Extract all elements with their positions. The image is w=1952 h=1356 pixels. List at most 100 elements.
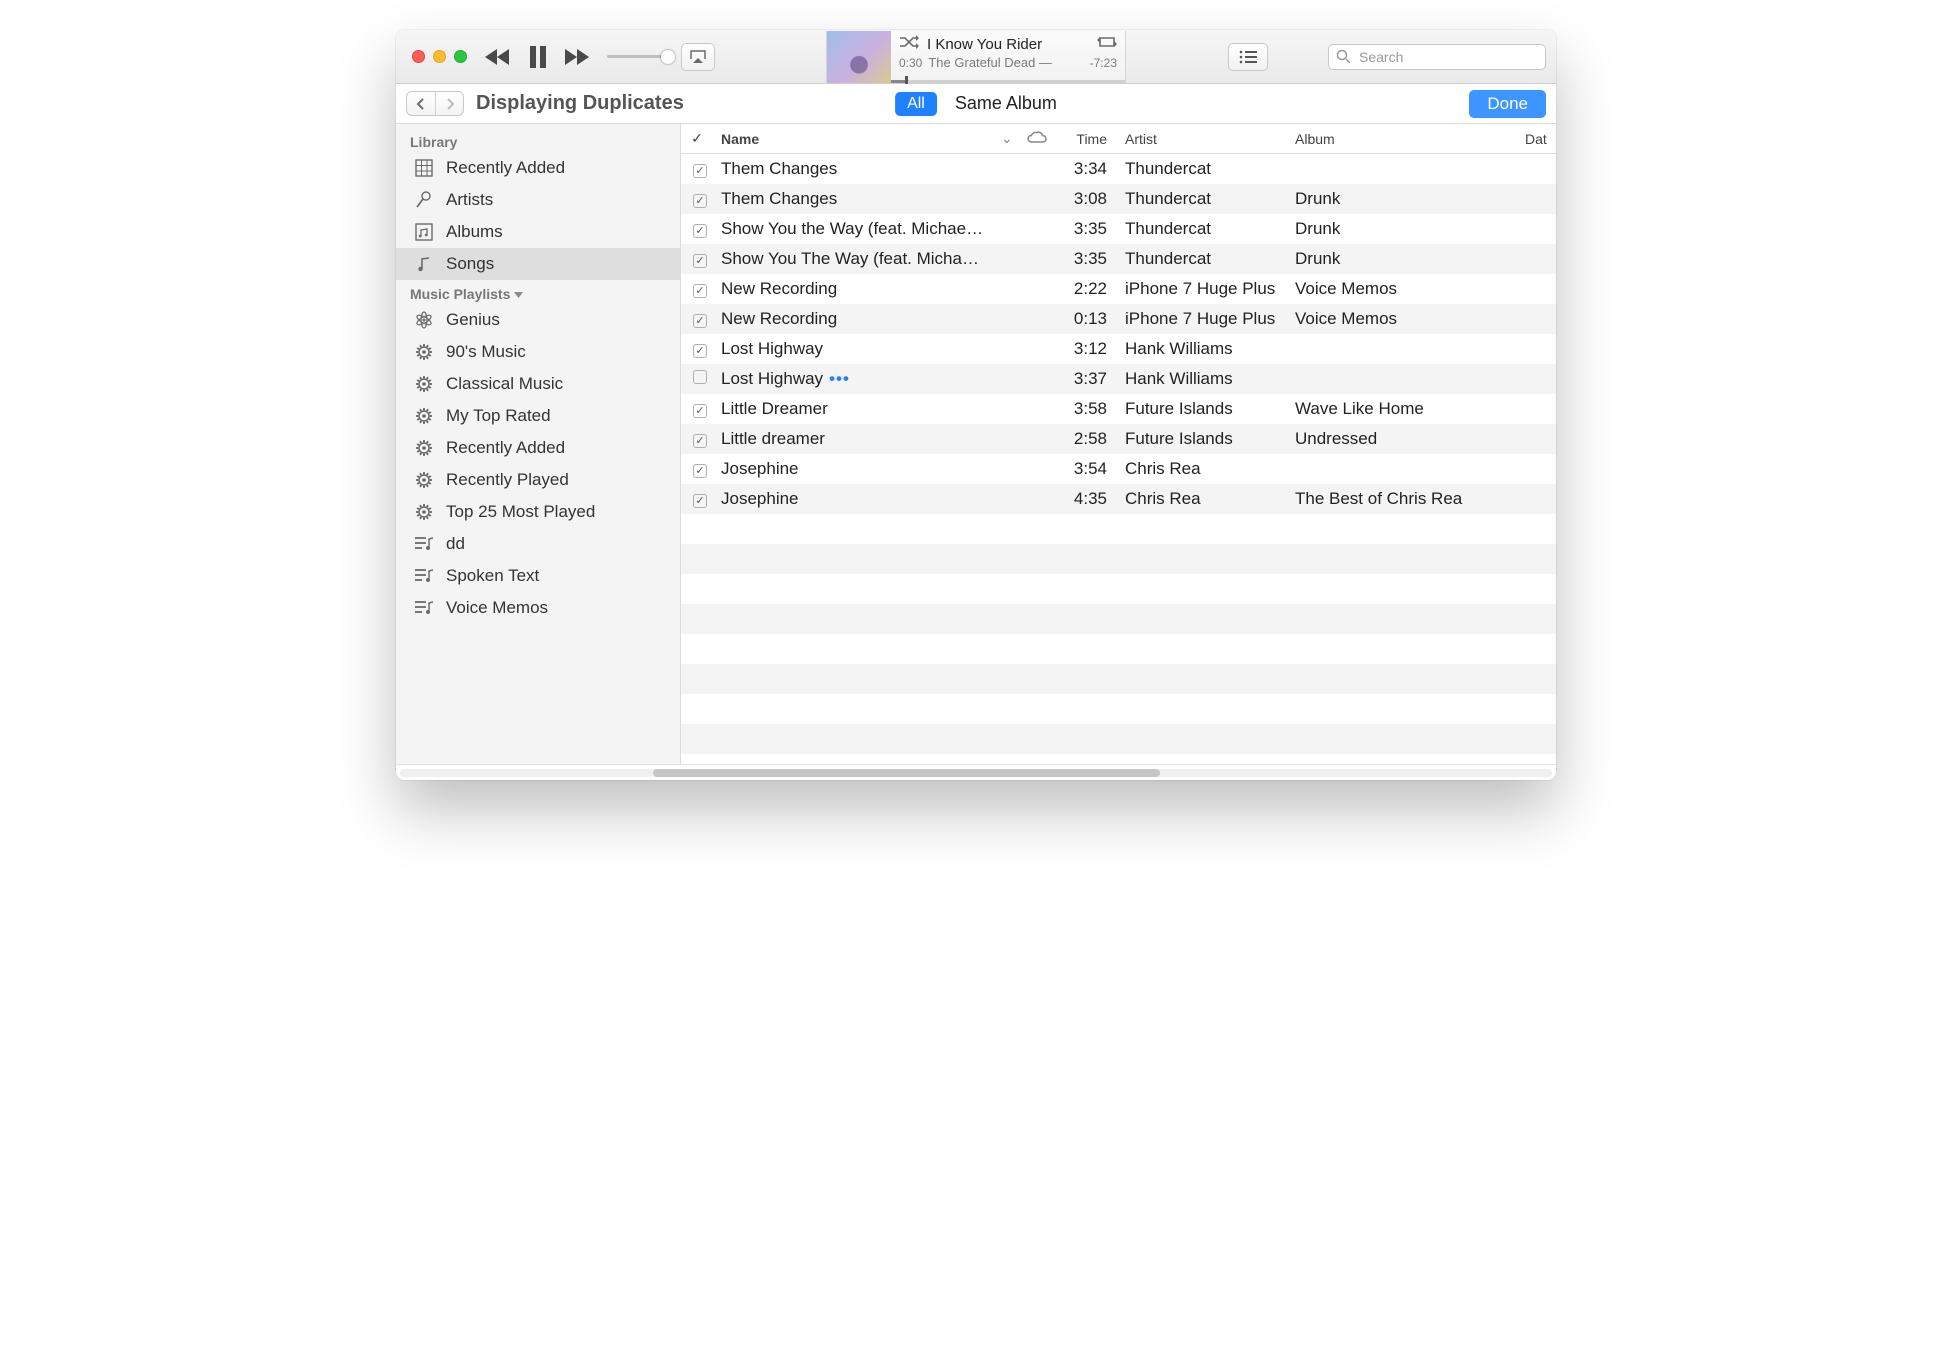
now-playing-artist: The Grateful Dead — <box>928 55 1083 70</box>
sidebar-playlist-voice-memos[interactable]: Voice Memos <box>396 592 680 624</box>
song-time: 3:08 <box>1049 184 1117 214</box>
playback-progress[interactable] <box>891 80 1125 83</box>
col-time[interactable]: Time <box>1049 124 1117 154</box>
table-row[interactable]: Lost Highway•••3:37Hank Williams <box>681 364 1556 394</box>
sidebar-library-recently-added[interactable]: Recently Added <box>396 152 680 184</box>
song-name: Little dreamer <box>721 429 825 448</box>
song-checkbox[interactable] <box>693 370 707 384</box>
table-row[interactable]: ✓Them Changes3:08ThundercatDrunk <box>681 184 1556 214</box>
sidebar-library-songs[interactable]: Songs <box>396 248 680 280</box>
col-check[interactable]: ✓ <box>681 124 713 154</box>
shuffle-icon[interactable] <box>899 35 919 54</box>
minimize-window-button[interactable] <box>433 50 446 63</box>
elapsed-time: 0:30 <box>899 56 922 70</box>
table-row[interactable]: ✓Little Dreamer3:58Future IslandsWave Li… <box>681 394 1556 424</box>
song-checkbox[interactable]: ✓ <box>693 314 707 328</box>
zoom-window-button[interactable] <box>454 50 467 63</box>
note-icon <box>414 255 434 273</box>
empty-row <box>681 754 1556 764</box>
song-artist: Future Islands <box>1117 394 1287 424</box>
playlist-icon <box>414 567 434 585</box>
song-name: New Recording <box>721 309 837 328</box>
atom-icon <box>414 310 434 330</box>
col-sort-indicator[interactable]: ⌄ <box>993 124 1019 154</box>
forward-button[interactable] <box>435 92 463 115</box>
back-button[interactable] <box>407 92 435 115</box>
sidebar-playlist-genius[interactable]: Genius <box>396 304 680 336</box>
done-button[interactable]: Done <box>1469 90 1546 118</box>
table-row[interactable]: ✓Josephine4:35Chris ReaThe Best of Chris… <box>681 484 1556 514</box>
album-icon <box>414 223 434 241</box>
chevron-down-icon[interactable] <box>514 286 523 302</box>
sidebar-playlist-top-25-most-played[interactable]: Top 25 Most Played <box>396 496 680 528</box>
song-checkbox[interactable]: ✓ <box>693 344 707 358</box>
song-table: ✓ Name ⌄ Time Artist Album Dat ✓Them Cha… <box>681 124 1556 764</box>
table-row[interactable]: ✓ New Recording 2:22iPhone 7 Huge PlusVoic… <box>681 274 1556 304</box>
history-nav <box>406 91 464 116</box>
sidebar-playlist-recently-played[interactable]: Recently Played <box>396 464 680 496</box>
sidebar-playlist-recently-added[interactable]: Recently Added <box>396 432 680 464</box>
close-window-button[interactable] <box>412 50 425 63</box>
song-checkbox[interactable]: ✓ <box>693 404 707 418</box>
sidebar-item-label: Albums <box>446 222 503 242</box>
more-icon[interactable]: ••• <box>829 369 850 388</box>
song-checkbox[interactable]: ✓ <box>693 284 707 298</box>
sidebar-item-label: Genius <box>446 310 500 330</box>
table-row[interactable]: ✓Show You The Way (feat. Michae…3:35Thun… <box>681 244 1556 274</box>
next-track-icon[interactable] <box>565 48 591 66</box>
col-name[interactable]: Name <box>713 124 993 154</box>
repeat-icon[interactable] <box>1097 35 1117 54</box>
song-album <box>1287 334 1517 364</box>
song-time: 3:54 <box>1049 454 1117 484</box>
table-row[interactable]: ✓Show You the Way (feat. Michael…3:35Thu… <box>681 214 1556 244</box>
col-album[interactable]: Album <box>1287 124 1517 154</box>
subheader: Displaying Duplicates All Same Album Don… <box>396 84 1556 124</box>
table-row[interactable]: ✓Lost Highway3:12Hank Williams <box>681 334 1556 364</box>
col-cloud[interactable] <box>1019 124 1049 154</box>
song-name: New Recording <box>721 279 837 298</box>
sidebar-playlist-spoken-text[interactable]: Spoken Text <box>396 560 680 592</box>
sidebar-library-albums[interactable]: Albums <box>396 216 680 248</box>
filter-same-album[interactable]: Same Album <box>955 93 1057 114</box>
song-checkbox[interactable]: ✓ <box>693 494 707 508</box>
song-checkbox[interactable]: ✓ <box>693 464 707 478</box>
col-artist[interactable]: Artist <box>1117 124 1287 154</box>
gear-icon <box>414 406 434 426</box>
sidebar-playlist-90-s-music[interactable]: 90's Music <box>396 336 680 368</box>
search-icon <box>1336 49 1351 64</box>
now-playing-scrubber[interactable]: I Know You Rider 0:30 The Grateful Dead … <box>826 31 1126 83</box>
sidebar-library-artists[interactable]: Artists <box>396 184 680 216</box>
song-album: Voice Memos <box>1287 274 1517 304</box>
song-checkbox[interactable]: ✓ <box>693 194 707 208</box>
table-row[interactable]: ✓Josephine3:54Chris Rea <box>681 454 1556 484</box>
horizontal-scrollbar[interactable] <box>396 764 1556 780</box>
table-row[interactable]: ✓Little dreamer2:58Future IslandsUndress… <box>681 424 1556 454</box>
table-row[interactable]: ✓Them Changes3:34Thundercat <box>681 154 1556 185</box>
song-checkbox[interactable]: ✓ <box>693 224 707 238</box>
playback-controls <box>485 46 591 68</box>
up-next-button[interactable] <box>1228 43 1268 71</box>
song-album: Wave Like Home <box>1287 394 1517 424</box>
remaining-time: -7:23 <box>1090 56 1117 70</box>
pause-icon[interactable] <box>529 46 547 68</box>
airplay-button[interactable] <box>681 43 715 71</box>
song-artist: iPhone 7 Huge Plus <box>1117 274 1287 304</box>
sidebar-playlist-my-top-rated[interactable]: My Top Rated <box>396 400 680 432</box>
page-title: Displaying Duplicates <box>476 92 684 115</box>
previous-track-icon[interactable] <box>485 48 511 66</box>
col-date[interactable]: Dat <box>1517 124 1556 154</box>
volume-slider[interactable] <box>607 55 669 58</box>
song-time: 2:22 <box>1049 274 1117 304</box>
sidebar-playlist-dd[interactable]: dd <box>396 528 680 560</box>
search-input[interactable] <box>1328 44 1546 70</box>
song-time: 3:35 <box>1049 214 1117 244</box>
sidebar-playlist-classical-music[interactable]: Classical Music <box>396 368 680 400</box>
table-row[interactable]: ✓New Recording0:13iPhone 7 Huge PlusVoic… <box>681 304 1556 334</box>
song-checkbox[interactable]: ✓ <box>693 164 707 178</box>
song-checkbox[interactable]: ✓ <box>693 254 707 268</box>
filter-all[interactable]: All <box>895 92 937 116</box>
song-checkbox[interactable]: ✓ <box>693 434 707 448</box>
song-time: 3:12 <box>1049 334 1117 364</box>
song-artist: Thundercat <box>1117 154 1287 185</box>
song-album: Voice Memos <box>1287 304 1517 334</box>
